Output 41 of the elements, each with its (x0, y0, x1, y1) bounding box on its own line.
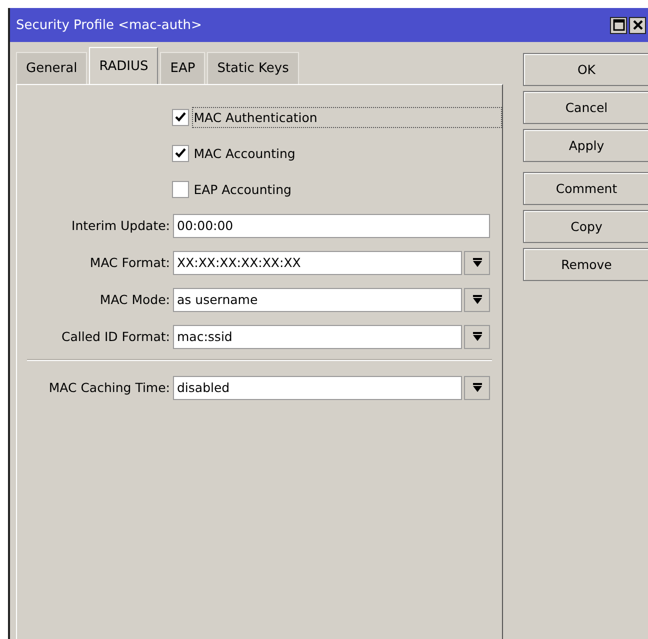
tab[interactable]: RADIUS (89, 47, 158, 84)
action-button[interactable]: OK (523, 53, 648, 86)
checkbox-label[interactable]: MAC Accounting (192, 142, 502, 164)
dropdown-arrow-icon (472, 382, 482, 392)
checkbox[interactable] (172, 108, 189, 126)
input-field[interactable]: disabled (173, 376, 462, 400)
maximize-icon (612, 19, 624, 31)
dropdown-button[interactable] (464, 324, 490, 348)
action-button[interactable]: Apply (523, 129, 648, 162)
checkmark-icon (174, 148, 186, 158)
field-label: MAC Format: (88, 255, 171, 270)
dropdown-arrow-icon (472, 332, 482, 342)
input-field[interactable]: mac:ssid (173, 324, 462, 348)
checkbox-label[interactable]: MAC Authentication (192, 106, 502, 128)
close-icon (632, 19, 644, 31)
action-button[interactable]: Comment (523, 172, 648, 205)
dropdown-button[interactable] (464, 250, 490, 274)
input-field[interactable]: as username (173, 288, 462, 312)
checkbox[interactable] (172, 144, 189, 162)
dropdown-button[interactable] (464, 376, 490, 400)
dropdown-button[interactable] (464, 288, 490, 312)
field-label: Called ID Format: (60, 329, 171, 344)
input-field[interactable]: XX:XX:XX:XX:XX:XX (173, 250, 462, 274)
action-button[interactable]: Copy (523, 210, 648, 243)
field-label: Interim Update: (70, 218, 171, 233)
close-button[interactable] (629, 16, 646, 34)
input-field[interactable]: 00:00:00 (173, 214, 490, 238)
tab[interactable]: General (16, 52, 88, 84)
maximize-button[interactable] (610, 16, 627, 34)
tab[interactable]: Static Keys (207, 52, 299, 84)
window-title: Security Profile <mac-auth> (16, 18, 202, 32)
action-button[interactable]: Cancel (523, 91, 648, 124)
checkbox-label[interactable]: EAP Accounting (192, 178, 502, 200)
dropdown-arrow-icon (472, 294, 482, 304)
field-label: MAC Caching Time: (48, 380, 171, 395)
checkbox[interactable] (172, 180, 189, 198)
action-button[interactable]: Remove (523, 248, 648, 281)
tab[interactable]: EAP (160, 52, 206, 84)
field-label: MAC Mode: (98, 292, 171, 307)
checkmark-icon (174, 112, 186, 122)
dropdown-arrow-icon (472, 258, 482, 268)
